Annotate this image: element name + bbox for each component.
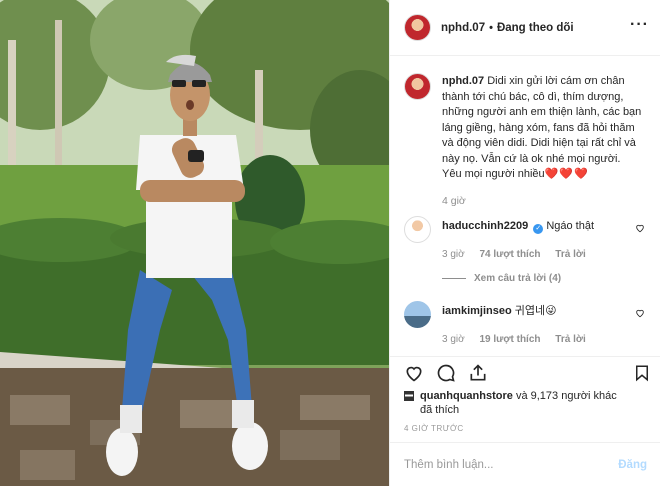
comment-item: iamkimjinseo 귀엽네😜 3 giờ 19 lượt thích Tr… (404, 300, 647, 347)
likes-summary: quanhquanhstore và 9,173 người khác đã t… (404, 389, 649, 417)
comment-meta: 3 giờ 19 lượt thích Trả lời (442, 332, 647, 347)
comment-username[interactable]: iamkimjinseo (442, 305, 512, 317)
caption-username[interactable]: nphd.07 (442, 75, 484, 87)
heart-icon[interactable] (404, 363, 424, 383)
likes-line2: đã thích (420, 404, 460, 416)
hearts-emoji: ❤️❤️❤️ (544, 168, 589, 180)
divider (442, 277, 466, 279)
comment-like-heart-icon[interactable] (635, 308, 645, 318)
follow-status-button[interactable]: Đang theo dõi (497, 22, 574, 34)
comment-time: 3 giờ (442, 248, 465, 260)
comment-text: 귀엽네😜 (514, 304, 557, 317)
post-panel: nphd.07 • Đang theo dõi ··· nphd.07 Didi… (389, 0, 660, 486)
comment-likes[interactable]: 19 lượt thích (479, 334, 540, 345)
commenter-avatar[interactable] (404, 300, 431, 328)
comment-meta: 3 giờ 74 lượt thích Trả lời (442, 247, 647, 262)
post-timestamp: 4 GIỜ TRƯỚC (404, 424, 464, 433)
header-username[interactable]: nphd.07 (441, 22, 485, 34)
caption-line2: Yêu mọi người nhiều (442, 168, 545, 180)
post-image (0, 0, 389, 486)
reply-button[interactable]: Trả lời (555, 249, 585, 260)
action-bar (390, 356, 660, 386)
post-button[interactable]: Đăng (618, 459, 647, 471)
commenter-avatar[interactable] (404, 215, 431, 243)
comment-likes[interactable]: 74 lượt thích (479, 249, 540, 260)
add-comment-bar: Thêm bình luận... Đăng (390, 442, 660, 486)
comment-item: haducchinh2209 ✓ Ngáo thật 3 giờ 74 lượt… (404, 215, 647, 286)
reply-button[interactable]: Trả lời (555, 334, 585, 345)
more-options-icon[interactable]: ··· (630, 17, 649, 33)
post-header: nphd.07 • Đang theo dõi ··· (390, 0, 660, 56)
caption: nphd.07 Didi xin gửi lời cám ơn chân thà… (404, 57, 647, 183)
caption-avatar[interactable] (404, 73, 431, 100)
verified-badge-icon: ✓ (533, 223, 544, 234)
comment-username[interactable]: haducchinh2209 (442, 220, 528, 232)
liker-username[interactable]: quanhquanhstore (420, 390, 513, 402)
comment-input[interactable]: Thêm bình luận... (404, 459, 618, 471)
share-icon[interactable] (468, 363, 488, 383)
post-photo[interactable] (0, 0, 389, 486)
comment-text: Ngáo thật (546, 219, 595, 232)
avatar[interactable] (404, 14, 431, 41)
caption-text: Didi xin gửi lời cám ơn chân thành tới c… (442, 75, 642, 165)
separator-dot: • (489, 21, 493, 34)
comment-icon[interactable] (436, 363, 456, 383)
likes-rest[interactable]: và 9,173 người khác (513, 390, 617, 402)
view-replies-button[interactable]: Xem câu trả lời (4) (442, 271, 647, 286)
comments-section[interactable]: nphd.07 Didi xin gửi lời cám ơn chân thà… (390, 57, 660, 355)
caption-time: 4 giờ (442, 194, 466, 207)
comment-time: 3 giờ (442, 333, 465, 345)
liker-avatar[interactable] (404, 391, 414, 401)
bookmark-icon[interactable] (633, 363, 651, 383)
view-replies-label[interactable]: Xem câu trả lời (4) (474, 271, 561, 286)
comment-like-heart-icon[interactable] (635, 223, 645, 233)
